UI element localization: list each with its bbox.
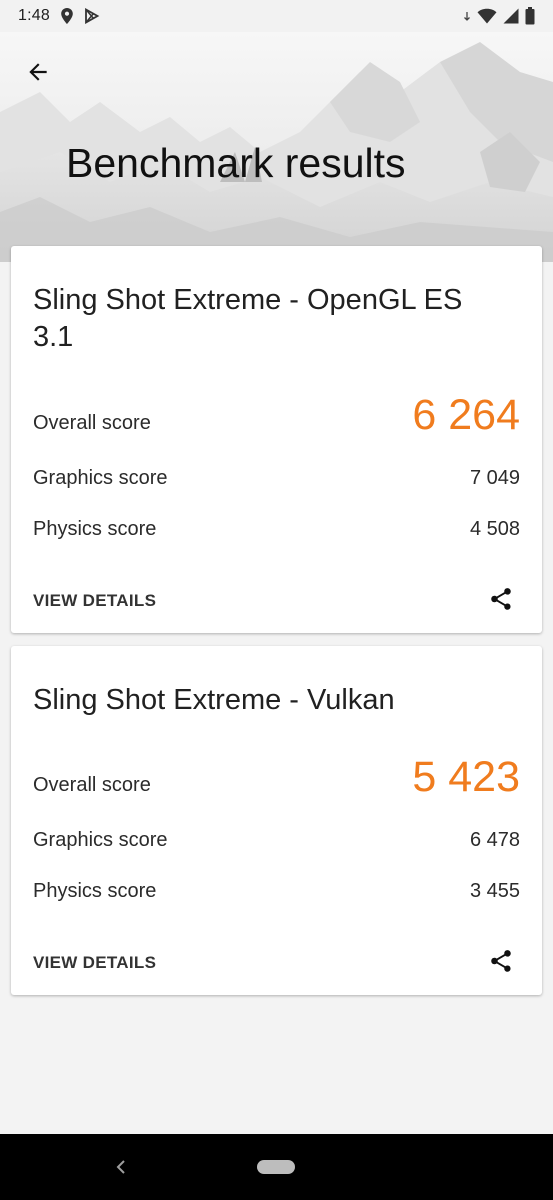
result-card: Sling Shot Extreme - Vulkan Overall scor… — [11, 646, 542, 995]
back-button[interactable] — [18, 52, 58, 92]
location-icon — [60, 8, 74, 24]
system-navigation-bar — [0, 1134, 553, 1200]
graphics-score-label: Graphics score — [33, 467, 168, 489]
graphics-score-value: 6 478 — [469, 829, 520, 851]
page-title: Benchmark results — [66, 140, 406, 186]
graphics-score-value: 7 049 — [469, 467, 520, 489]
overall-score-value: 5 423 — [412, 753, 520, 801]
overall-score-label: Overall score — [33, 774, 151, 796]
nav-back-button[interactable] — [108, 1154, 134, 1180]
graphics-score-row: Graphics score 7 049 — [33, 467, 520, 490]
overall-score-row: Overall score 6 264 — [33, 394, 520, 437]
physics-score-value: 3 455 — [469, 880, 520, 902]
result-card: Sling Shot Extreme - OpenGL ES 3.1 Overa… — [11, 246, 542, 633]
result-title: Sling Shot Extreme - Vulkan — [33, 684, 395, 716]
chevron-left-icon — [116, 1160, 125, 1174]
status-bar: 1:48 — [0, 0, 553, 32]
status-left: 1:48 — [18, 7, 100, 25]
wifi-icon — [477, 8, 497, 24]
play-store-icon — [84, 8, 100, 24]
share-icon — [491, 950, 511, 972]
data-activity-icon — [463, 11, 471, 21]
overall-score-value: 6 264 — [412, 391, 520, 439]
status-time: 1:48 — [18, 7, 50, 24]
view-details-button[interactable]: VIEW DETAILS — [33, 591, 156, 611]
physics-score-row: Physics score 3 455 — [33, 880, 520, 903]
share-button[interactable] — [484, 582, 518, 616]
overall-score-label: Overall score — [33, 412, 151, 434]
physics-score-value: 4 508 — [469, 518, 520, 540]
view-details-button[interactable]: VIEW DETAILS — [33, 953, 156, 973]
status-right — [463, 7, 535, 25]
graphics-score-label: Graphics score — [33, 829, 168, 851]
overall-score-row: Overall score 5 423 — [33, 756, 520, 799]
physics-score-label: Physics score — [33, 880, 157, 902]
share-icon — [491, 588, 511, 610]
result-title: Sling Shot Extreme - OpenGL ES 3.1 — [33, 284, 463, 353]
arrow-left-icon — [29, 63, 47, 81]
nav-home-pill[interactable] — [257, 1160, 295, 1174]
physics-score-label: Physics score — [33, 518, 157, 540]
cellular-signal-icon — [503, 8, 519, 24]
physics-score-row: Physics score 4 508 — [33, 518, 520, 541]
graphics-score-row: Graphics score 6 478 — [33, 829, 520, 852]
battery-icon — [525, 7, 535, 25]
share-button[interactable] — [484, 944, 518, 978]
hero-header: Benchmark results — [0, 32, 553, 262]
